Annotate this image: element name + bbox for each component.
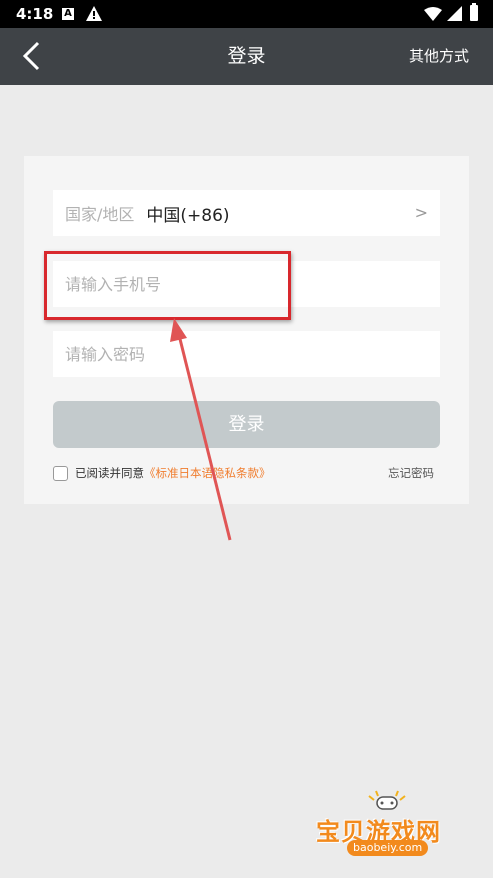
other-methods-button[interactable]: 其他方式 — [409, 28, 469, 85]
signal-icon — [447, 6, 462, 21]
back-chevron-icon[interactable] — [18, 40, 48, 72]
annotation-highlight-box — [44, 251, 291, 320]
login-card: 国家/地区 中国(+86) > 登录 已阅读并同意 《标准日本语隐私条款》 忘记… — [24, 156, 469, 504]
agree-checkbox[interactable] — [53, 465, 68, 481]
forgot-password-link[interactable]: 忘记密码 — [388, 465, 434, 481]
login-button[interactable]: 登录 — [53, 401, 440, 448]
privacy-link[interactable]: 《标准日本语隐私条款》 — [144, 465, 271, 481]
country-selector[interactable]: 国家/地区 中国(+86) > — [53, 190, 440, 236]
country-label: 国家/地区 — [65, 205, 135, 224]
status-bar: 4:18 A — [0, 0, 493, 28]
watermark-url: baobeiy.com — [347, 840, 429, 856]
agreement-row: 已阅读并同意 《标准日本语隐私条款》 — [53, 464, 271, 482]
password-input[interactable] — [53, 331, 440, 377]
warning-icon — [86, 6, 102, 21]
wifi-icon — [424, 7, 442, 21]
watermark-logo: 宝贝游戏网 baobeiy.com — [316, 790, 466, 860]
notification-a-icon: A — [62, 8, 74, 20]
agree-text: 已阅读并同意 — [75, 466, 144, 480]
chevron-right-icon: > — [414, 203, 428, 222]
country-value: 中国(+86) — [146, 205, 230, 226]
status-time: 4:18 — [16, 5, 54, 23]
nav-bar: 登录 其他方式 — [0, 28, 493, 85]
gamepad-icon — [368, 790, 406, 810]
battery-icon — [470, 3, 478, 21]
